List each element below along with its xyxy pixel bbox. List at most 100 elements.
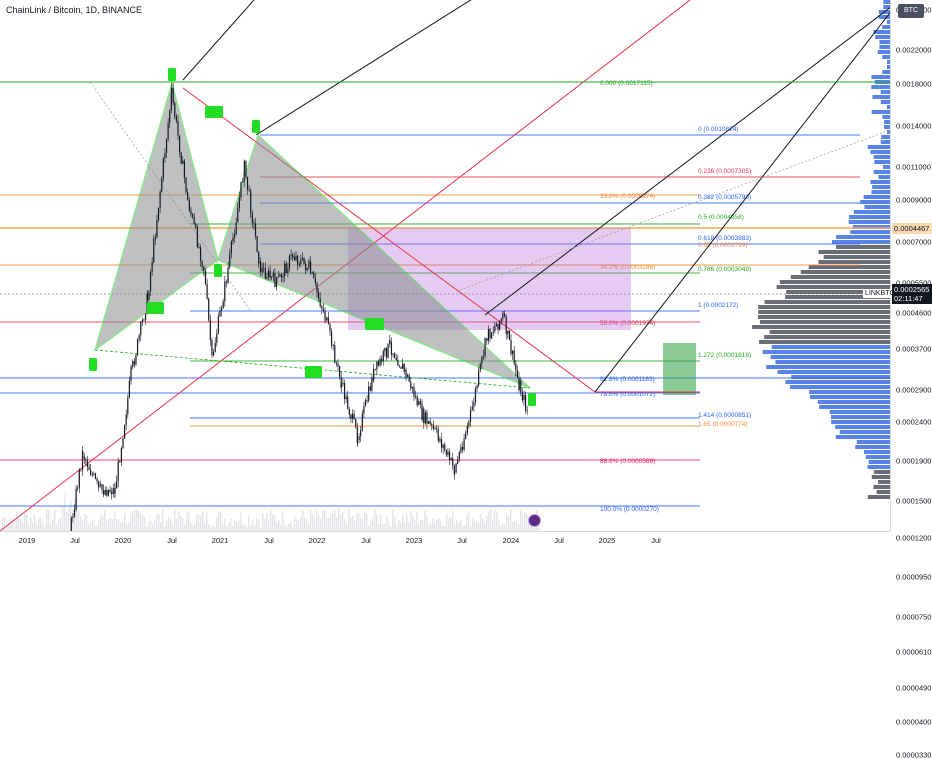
profile-bar xyxy=(867,145,890,149)
volume-bar xyxy=(190,522,192,531)
candle-body xyxy=(141,319,143,323)
candle-body xyxy=(149,271,152,292)
candle-body xyxy=(264,267,266,279)
candle-body xyxy=(217,316,219,334)
profile-bar xyxy=(879,40,890,44)
candle-body xyxy=(196,227,198,248)
volume-bar xyxy=(314,518,316,531)
volume-bar xyxy=(380,514,382,531)
time-tick-label: Jul xyxy=(457,536,467,545)
price-tick-label: 0.0000950 xyxy=(896,572,932,582)
volume-bar xyxy=(412,516,414,531)
fib-label: 1.65 (0.0000774) xyxy=(698,421,748,428)
volume-bar xyxy=(458,522,460,531)
candle-body xyxy=(419,401,421,405)
candle-body xyxy=(75,488,77,510)
chart-area[interactable]: 0.000 (0.0017115) 0 (0.0010824) 0.236 (0.0… xyxy=(0,0,890,531)
volume-bar xyxy=(30,518,32,531)
price-tick-label: 0.0022000 xyxy=(896,45,932,55)
candle-body xyxy=(440,439,443,448)
volume-bar xyxy=(24,512,26,531)
profile-bar xyxy=(867,495,890,499)
candle-body xyxy=(476,385,478,389)
candle-body xyxy=(284,263,286,277)
volume-bar xyxy=(330,514,332,531)
pattern-marker xyxy=(89,358,97,371)
volume-bar xyxy=(496,512,498,531)
profile-bar xyxy=(770,355,890,359)
candle-body xyxy=(418,401,420,406)
event-icon[interactable] xyxy=(528,514,541,527)
volume-bar xyxy=(418,523,420,531)
candle-body xyxy=(305,263,307,271)
candle-body xyxy=(245,160,247,177)
candle-body xyxy=(416,396,418,406)
candle-body xyxy=(183,160,185,178)
volume-bar xyxy=(316,510,318,531)
volume-bar xyxy=(364,511,366,531)
candle-body xyxy=(232,237,234,242)
profile-bar xyxy=(871,75,890,79)
candle-body xyxy=(254,223,257,237)
volume-bar xyxy=(336,517,338,531)
candle-body xyxy=(376,361,378,370)
candle-body xyxy=(280,274,283,278)
candle-body xyxy=(513,350,515,364)
volume-bar xyxy=(526,514,528,531)
candle-body xyxy=(258,252,260,264)
profile-bar xyxy=(881,135,890,139)
candle-body xyxy=(487,329,490,341)
candle-body xyxy=(382,351,384,362)
candle-body xyxy=(395,357,397,361)
candle-body xyxy=(233,234,236,238)
volume-bar xyxy=(516,521,518,531)
volume-bar xyxy=(36,524,38,531)
volume-bar xyxy=(92,518,94,531)
price-tick-label: 0.0002900 xyxy=(896,385,932,395)
profile-bar xyxy=(873,155,890,159)
candle-body xyxy=(144,313,147,320)
volume-bar xyxy=(234,520,236,531)
volume-bar xyxy=(334,510,336,531)
candle-body xyxy=(153,239,155,262)
profile-bar xyxy=(759,340,890,344)
volume-bar xyxy=(354,519,356,531)
currency-button[interactable]: BTC xyxy=(898,4,924,18)
time-axis[interactable]: 2019 Jul 2020 Jul 2021 Jul 2022 Jul 2023 Jul 2024 J… xyxy=(0,531,890,551)
volume-bar xyxy=(170,519,172,531)
volume-bar xyxy=(322,509,324,531)
candle-body xyxy=(447,451,449,455)
candle-body xyxy=(311,272,313,274)
volume-bar xyxy=(138,511,140,531)
volume-bar xyxy=(360,517,362,531)
volume-bar xyxy=(512,522,514,531)
candle-body xyxy=(175,116,177,121)
volume-bar xyxy=(376,515,378,531)
candle-body xyxy=(324,318,326,321)
volume-bar xyxy=(488,511,490,531)
candle-body xyxy=(482,355,485,357)
profile-bar xyxy=(823,255,890,259)
profile-bar xyxy=(835,425,890,429)
profile-bar xyxy=(831,420,890,424)
candle-body xyxy=(407,375,409,377)
candle-body xyxy=(259,261,262,273)
candle-body xyxy=(384,347,386,352)
candle-body xyxy=(159,191,161,208)
volume-bar xyxy=(472,517,474,531)
candle-body xyxy=(345,396,347,400)
candle-body xyxy=(109,489,111,492)
profile-bar xyxy=(883,0,890,4)
candle-body xyxy=(263,267,265,269)
candle-body xyxy=(337,363,339,367)
volume-bar xyxy=(80,516,82,531)
candle-body xyxy=(250,190,252,214)
volume-bar xyxy=(452,510,454,531)
target-zone xyxy=(663,343,696,395)
price-axis[interactable]: 0.00280000.00220000.00180000.00140000.00… xyxy=(890,0,932,759)
candle-body xyxy=(397,360,399,366)
candle-body xyxy=(306,268,308,271)
candle-body xyxy=(203,270,205,271)
price-chart[interactable]: 0.000 (0.0017115)0 (0.0010824)0.236 (0.0… xyxy=(0,0,890,531)
profile-bar xyxy=(879,45,890,49)
